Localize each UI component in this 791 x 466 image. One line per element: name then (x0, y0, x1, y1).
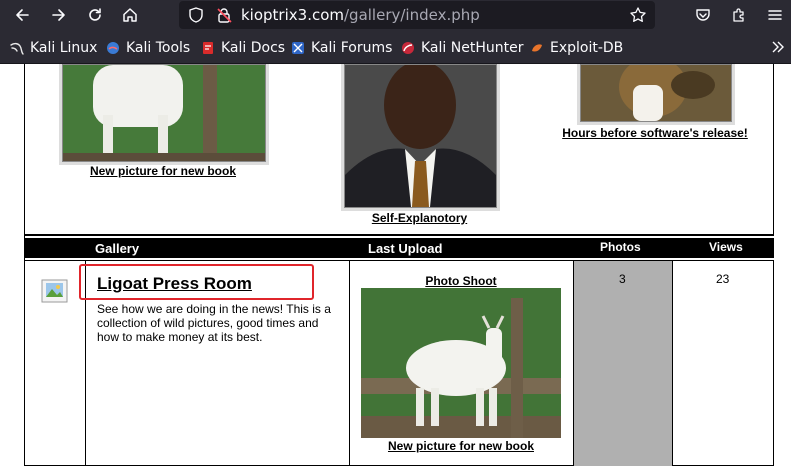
bookmarks-overflow-button[interactable] (770, 38, 786, 56)
goat-thumbnail-image (361, 288, 561, 438)
url-host: kioptrix3.com (241, 6, 344, 24)
back-button[interactable] (10, 3, 34, 27)
page-content: New picture for new book Self-Explanotor… (0, 64, 791, 466)
reload-button[interactable] (83, 3, 107, 27)
photos-count-cell (574, 261, 672, 466)
bookmark-label: Kali Linux (30, 40, 98, 56)
photo-album-icon (41, 279, 68, 303)
bookmark-kali-forums[interactable]: Kali Forums (291, 39, 392, 57)
bookmark-kali-nethunter[interactable]: Kali NetHunter (401, 39, 523, 57)
kali-docs-icon (203, 42, 213, 54)
bookmark-label: Kali Docs (221, 40, 286, 56)
bookmark-label: Kali Forums (311, 40, 393, 56)
col-divider-2 (349, 260, 350, 466)
browser-toolbar: kioptrix3.com/gallery/index.php (0, 0, 791, 30)
puzzle-icon (733, 8, 744, 22)
featured-photo-goat[interactable] (62, 64, 266, 162)
col-divider-5 (773, 260, 774, 466)
menu-button[interactable] (763, 3, 787, 27)
header-views: Views (709, 240, 743, 254)
bookmark-star-icon[interactable] (629, 6, 647, 24)
featured-caption-1[interactable]: New picture for new book (62, 164, 264, 178)
header-last-upload: Last Upload (368, 241, 443, 256)
last-upload-thumbnail[interactable] (361, 288, 561, 438)
header-gallery: Gallery (95, 241, 140, 256)
url-text[interactable]: kioptrix3.com/gallery/index.php (241, 6, 480, 24)
header-photos: Photos (600, 240, 641, 254)
url-bar[interactable]: kioptrix3.com/gallery/index.php (179, 1, 655, 29)
arrow-left-icon (16, 9, 29, 21)
bookmark-label: Kali Tools (126, 40, 191, 56)
extensions-button[interactable] (727, 3, 751, 27)
reload-icon (89, 8, 101, 21)
bookmark-kali-linux[interactable]: Kali Linux (10, 39, 97, 57)
kali-dragon-icon (10, 42, 24, 55)
forward-button[interactable] (47, 3, 71, 27)
goat-photo-image (63, 65, 265, 161)
last-upload-caption-link[interactable]: New picture for new book (361, 439, 561, 453)
album-icon[interactable] (41, 277, 69, 305)
photos-count: 3 (619, 272, 626, 286)
kali-tools-icon (107, 42, 119, 54)
exploit-db-icon (532, 44, 542, 52)
album-description: See how we are doing in the news! This i… (97, 302, 331, 344)
arrow-right-icon (52, 9, 65, 21)
hamburger-icon (768, 10, 782, 20)
pocket-icon (696, 9, 710, 21)
url-path: /gallery/index.php (344, 6, 480, 24)
bookmark-exploit-db[interactable]: Exploit-DB (530, 39, 623, 57)
table-border-right (773, 64, 774, 234)
bookmark-label: Exploit-DB (550, 40, 624, 56)
bookmark-label: Kali NetHunter (421, 40, 524, 56)
portrait-photo-image (345, 65, 496, 207)
home-button[interactable] (118, 3, 142, 27)
shield-icon[interactable] (187, 6, 205, 24)
bookmark-kali-tools[interactable]: Kali Tools (106, 39, 190, 57)
featured-caption-3[interactable]: Hours before software's release! (545, 126, 765, 140)
table-header-row: Gallery Last Upload Photos Views (24, 238, 774, 258)
featured-photo-portrait[interactable] (344, 64, 497, 208)
highlight-box (79, 264, 314, 300)
table-top-border (24, 234, 774, 236)
featured-caption-2[interactable]: Self-Explanotory (344, 211, 495, 225)
home-icon (123, 8, 137, 22)
col-divider-4 (672, 260, 673, 466)
pocket-button[interactable] (691, 3, 715, 27)
chevron-double-right-icon (772, 41, 784, 53)
featured-photo-goat-face[interactable] (580, 64, 732, 122)
insecure-lock-icon[interactable] (215, 6, 233, 24)
goat-face-photo-image (581, 65, 731, 121)
table-border-left (24, 64, 25, 466)
kali-forums-icon (292, 42, 304, 54)
bookmarks-bar: Kali Linux Kali Tools Kali Docs Kali For… (0, 30, 791, 64)
bookmark-kali-docs[interactable]: Kali Docs (201, 39, 285, 57)
last-upload-title-link[interactable]: Photo Shoot (361, 274, 561, 288)
nethunter-icon (402, 42, 414, 54)
views-count: 23 (716, 272, 730, 286)
